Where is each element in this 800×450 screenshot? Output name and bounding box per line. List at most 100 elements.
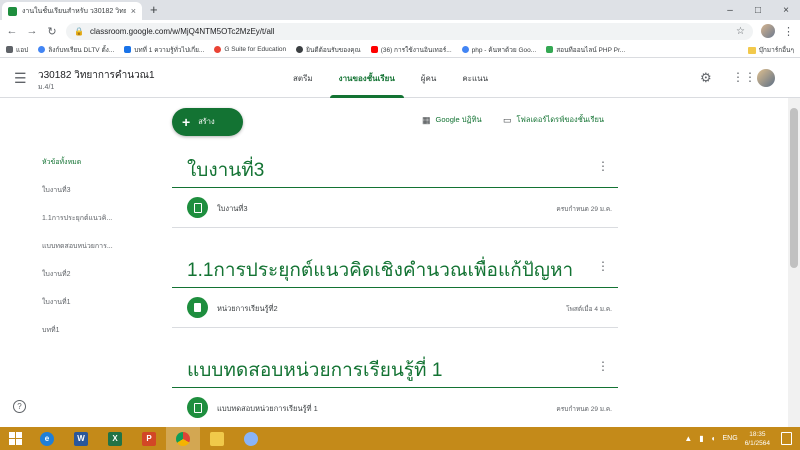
sidebar-item-topic[interactable]: ใบงานที่3 — [42, 176, 162, 204]
system-tray: ▲ ▮ ◖ ENG 18:35 6/1/2564 — [684, 427, 770, 450]
folder-icon — [210, 431, 224, 446]
drive-folder-label: โฟลเดอร์ไดรฟ์ของชั้นเรียน — [516, 115, 605, 124]
item-title: หน่วยการเรียนรู้ที่2 — [217, 304, 278, 313]
hamburger-menu-icon[interactable]: ☰ — [14, 70, 27, 87]
tab-grades[interactable]: คะแนน — [449, 58, 501, 98]
tab-close-icon[interactable]: × — [131, 6, 136, 16]
page-scrollbar[interactable] — [788, 98, 800, 427]
topic-title[interactable]: แบบทดสอบหน่วยการเรียนรู้ที่ 1 — [187, 355, 442, 385]
taskbar-word[interactable]: W — [64, 427, 98, 450]
tab-people[interactable]: ผู้คน — [408, 58, 450, 98]
back-icon[interactable]: ← — [6, 25, 18, 37]
language-indicator[interactable]: ENG — [723, 435, 738, 442]
item-title: ใบงานที่3 — [217, 204, 248, 213]
calendar-label: Google ปฏิทิน — [435, 115, 482, 124]
address-bar[interactable]: 🔒 classroom.google.com/w/MjQ4NTM5OTc2MzE… — [66, 22, 753, 40]
bookmark-item[interactable]: ลิงก์บทเรียน DLTV ตั้ง... — [38, 45, 114, 55]
internet-explorer-icon: e — [40, 431, 54, 446]
doc-icon — [124, 46, 132, 53]
maximize-button[interactable]: □ — [744, 0, 772, 20]
sidebar-item-topic[interactable]: ใบงานที่1 — [42, 288, 162, 316]
help-icon[interactable]: ? — [13, 400, 26, 413]
bookmark-label: (36) การใช้งานอินเทอร์... — [380, 46, 452, 54]
bookmark-label: บทที่ 1 ความรู้ทั่วไปเกี่ย... — [134, 46, 205, 54]
bookmark-item[interactable]: G Suite for Education — [214, 46, 286, 53]
topic-title[interactable]: 1.1การประยุกต์แนวคิดเชิงคำนวณเพื่อแก้ปัญ… — [187, 255, 573, 285]
browser-menu-icon[interactable]: ⋮ — [783, 25, 794, 38]
topic-title[interactable]: ใบงานที่3 — [187, 155, 264, 185]
google-apps-icon[interactable]: ⋮⋮ — [732, 70, 756, 84]
bookmark-item[interactable]: (36) การใช้งานอินเทอร์... — [370, 45, 452, 55]
volume-icon[interactable]: ◖ — [711, 434, 716, 443]
notification-icon[interactable] — [781, 432, 792, 445]
sidebar-item-topic[interactable]: บทที่1 — [42, 316, 162, 344]
drive-folder-link[interactable]: ▭ โฟลเดอร์ไดรฟ์ของชั้นเรียน — [503, 114, 604, 126]
network-icon[interactable]: ▮ — [699, 434, 703, 443]
classwork-item[interactable]: หน่วยการเรียนรู้ที่2 โพสต์เมื่อ 4 ม.ค. — [172, 288, 618, 328]
bookmark-star-icon[interactable]: ☆ — [736, 26, 745, 37]
assignment-icon — [187, 197, 208, 218]
bookmark-label: ลิงก์บทเรียน DLTV ตั้ง... — [48, 46, 115, 54]
sidebar-item-all-topics[interactable]: หัวข้อทั้งหมด — [42, 148, 162, 176]
window-controls: – □ × — [716, 0, 800, 20]
google-calendar-link[interactable]: ▦ Google ปฏิทิน — [422, 114, 482, 126]
bookmark-item[interactable]: ยินดีต้อนรับของคุณ — [296, 45, 361, 55]
browser-tab[interactable]: งานในชั้นเรียนสำหรับ ว30182 วิทยาการ × — [2, 2, 142, 20]
classroom-header: ☰ ว30182 วิทยาการคำนวณ1 ม.4/1 สตรีม งานข… — [0, 58, 800, 98]
classwork-item[interactable]: ใบงานที่3 ครบกำหนด 29 ม.ค. — [172, 188, 618, 228]
arrow-icon — [546, 46, 554, 53]
scrollbar-thumb[interactable] — [790, 108, 798, 268]
start-button[interactable] — [0, 427, 30, 450]
bookmark-apps[interactable]: แอป — [6, 45, 28, 55]
bookmark-item[interactable]: สอนทีออนไลน์ PHP Pr... — [546, 45, 625, 55]
taskbar-chrome[interactable] — [166, 427, 200, 450]
taskbar-file-explorer[interactable] — [200, 427, 234, 450]
folder-icon — [747, 46, 756, 54]
account-avatar[interactable] — [757, 69, 775, 87]
sidebar-item-topic[interactable]: แบบทดสอบหน่วยการ... — [42, 232, 162, 260]
material-icon — [187, 297, 208, 318]
other-bookmarks[interactable]: บุ๊กมาร์กอื่นๆ — [741, 42, 794, 57]
taskbar-powerpoint[interactable]: P — [132, 427, 166, 450]
taskbar-internet-explorer[interactable]: e — [30, 427, 64, 450]
clock-time: 18:35 — [749, 430, 766, 438]
plus-icon: + — [182, 114, 191, 130]
bookmark-label: php - ค้นหาด้วย Goo... — [471, 46, 537, 54]
profile-avatar[interactable] — [761, 24, 775, 38]
class-title[interactable]: ว30182 วิทยาการคำนวณ1 — [38, 68, 155, 83]
settings-gear-icon[interactable]: ⚙ — [700, 70, 712, 86]
sidebar-item-topic[interactable]: ใบงานที่2 — [42, 260, 162, 288]
create-button[interactable]: + สร้าง — [172, 108, 243, 136]
forward-icon[interactable]: → — [26, 25, 38, 37]
bookmark-label: แอป — [16, 46, 29, 54]
tab-stream[interactable]: สตรีม — [280, 58, 326, 98]
excel-icon: X — [108, 431, 122, 446]
clock[interactable]: 18:35 6/1/2564 — [745, 430, 770, 448]
sidebar-item-topic[interactable]: 1.1การประยุกต์แนวคิ... — [42, 204, 162, 232]
more-options-icon[interactable]: ⋮ — [597, 259, 609, 273]
new-tab-button[interactable]: + — [150, 2, 158, 17]
lock-icon[interactable]: 🔒 — [74, 27, 84, 36]
bookmark-item[interactable]: php - ค้นหาด้วย Goo... — [461, 45, 537, 55]
close-window-button[interactable]: × — [772, 0, 800, 20]
show-hidden-icon[interactable]: ▲ — [684, 434, 692, 443]
item-title: แบบทดสอบหน่วยการเรียนรู้ที่ 1 — [217, 404, 318, 413]
youtube-icon — [370, 46, 378, 53]
url-text[interactable]: classroom.google.com/w/MjQ4NTM5OTc2MzEy/… — [90, 27, 730, 36]
more-options-icon[interactable]: ⋮ — [597, 159, 609, 173]
word-icon: W — [74, 431, 88, 446]
windows-taskbar: e W X P ▲ ▮ ◖ ENG 18:35 6/1/2564 — [0, 427, 800, 450]
taskbar-excel[interactable]: X — [98, 427, 132, 450]
more-options-icon[interactable]: ⋮ — [597, 359, 609, 373]
reload-icon[interactable]: ↻ — [46, 25, 58, 38]
minimize-button[interactable]: – — [716, 0, 744, 20]
bookmark-item[interactable]: บทที่ 1 ความรู้ทั่วไปเกี่ย... — [124, 45, 204, 55]
google-icon — [461, 46, 469, 53]
item-due-date: ครบกำหนด 29 ม.ค. — [556, 206, 612, 213]
taskbar-paint[interactable] — [234, 427, 268, 450]
classwork-item[interactable]: แบบทดสอบหน่วยการเรียนรู้ที่ 1 ครบกำหนด 2… — [172, 388, 618, 428]
classroom-favicon-icon — [8, 6, 17, 16]
tab-classwork[interactable]: งานของชั้นเรียน — [326, 58, 408, 98]
apps-grid-icon — [6, 46, 13, 53]
chrome-icon — [176, 431, 190, 446]
